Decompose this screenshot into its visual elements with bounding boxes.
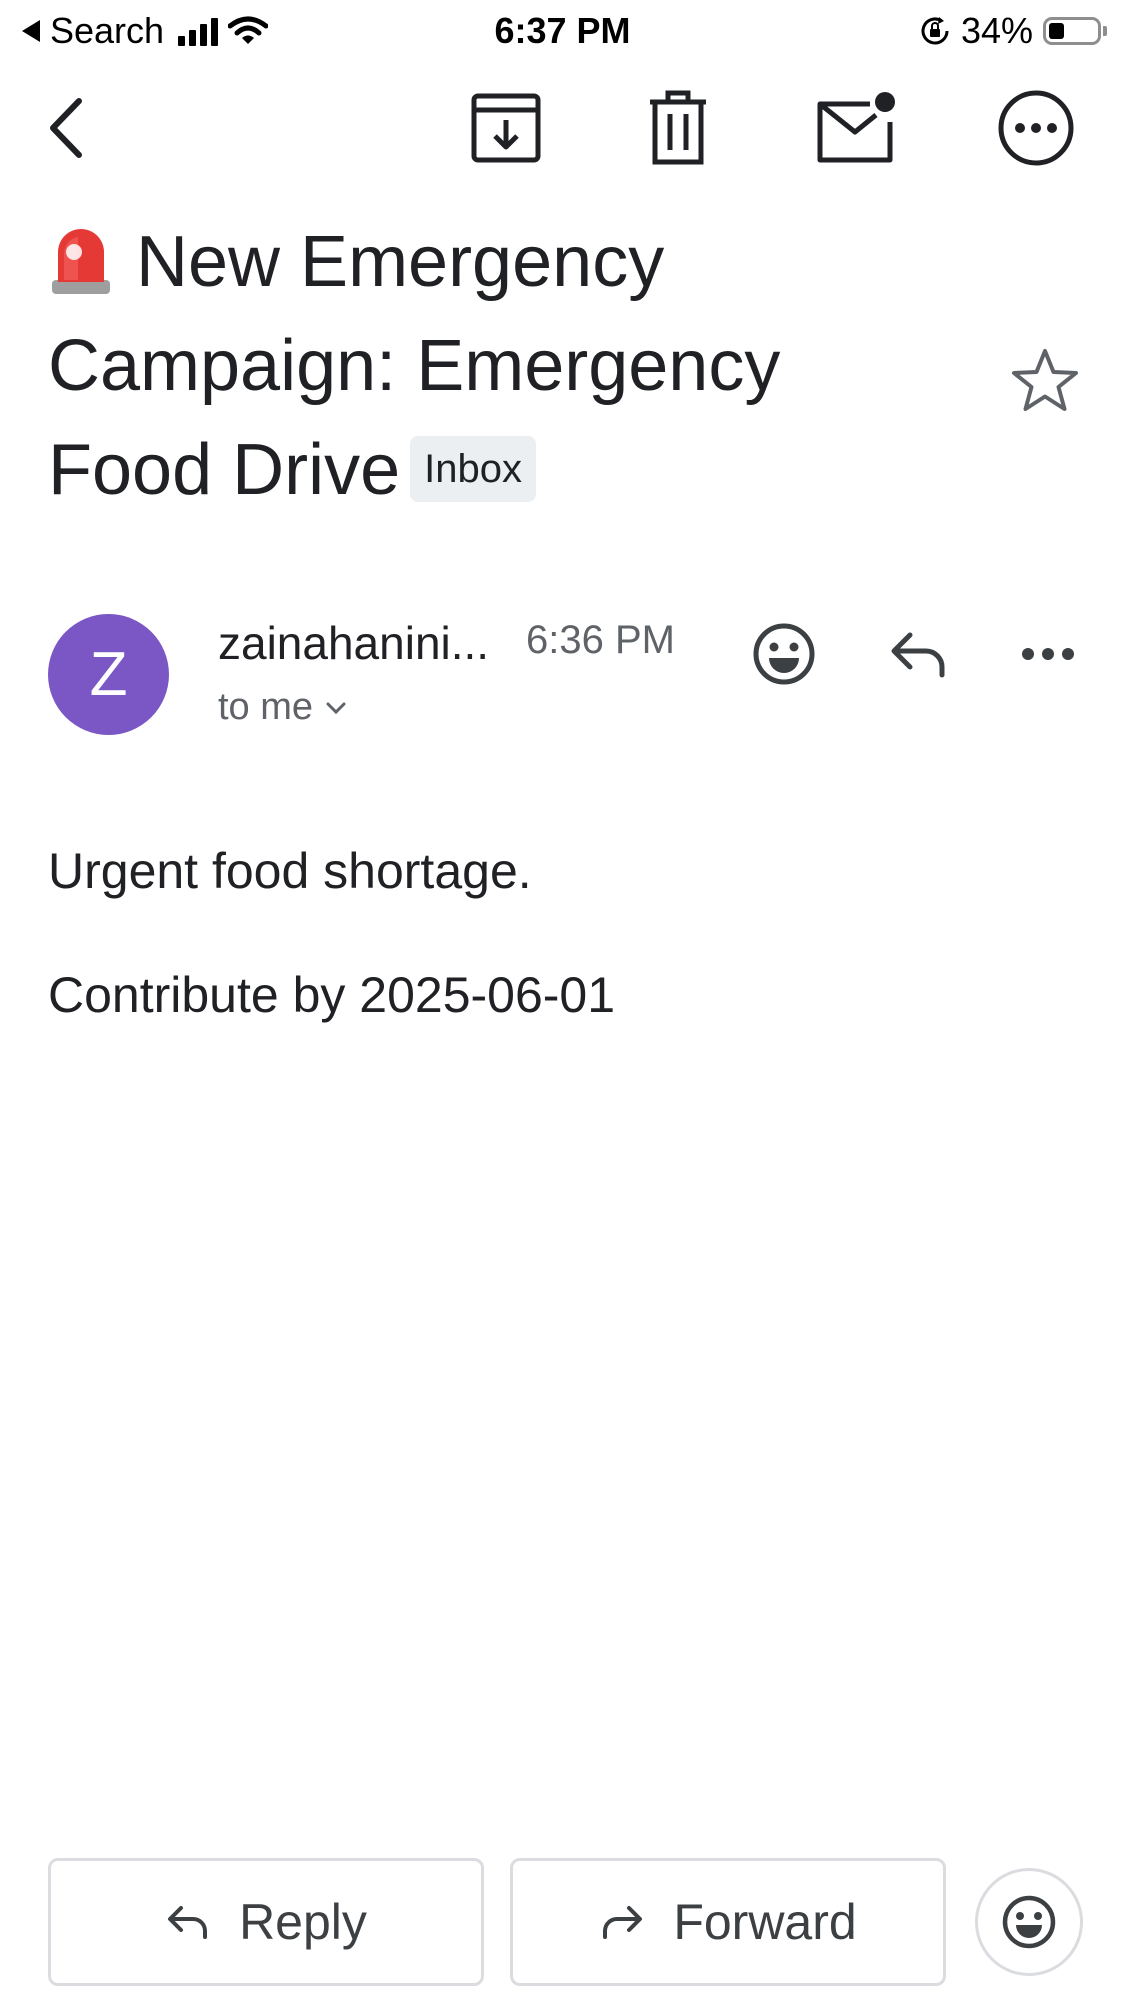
email-subject: New Emergency Campaign: Emergency Food D… — [48, 210, 948, 522]
emoji-smile-icon — [753, 623, 815, 685]
reply-button[interactable]: Reply — [48, 1858, 484, 1986]
toolbar — [0, 78, 1125, 178]
recipient-details-toggle[interactable]: to me — [218, 686, 347, 729]
mark-unread-button[interactable] — [806, 78, 906, 178]
add-reaction-button[interactable] — [742, 612, 826, 696]
battery-tip — [1103, 26, 1107, 36]
archive-button[interactable] — [456, 78, 556, 178]
more-options-icon — [998, 90, 1074, 166]
status-bar: Search 6:37 PM 34% — [0, 0, 1125, 62]
email-body-line: Urgent food shortage. — [48, 843, 532, 899]
back-arrow-icon — [50, 98, 82, 158]
mark-unread-icon — [817, 92, 895, 163]
inbox-label-chip[interactable]: Inbox — [410, 436, 536, 502]
more-options-button[interactable] — [986, 78, 1086, 178]
more-horizontal-icon — [1022, 648, 1074, 660]
archive-icon — [471, 93, 541, 163]
reply-label: Reply — [239, 1894, 367, 1950]
forward-label: Forward — [673, 1894, 857, 1950]
rotation-lock-icon — [921, 17, 949, 45]
sender-name[interactable]: zainahanini... — [218, 616, 489, 670]
forward-button[interactable]: Forward — [510, 1858, 946, 1986]
battery-percent: 34% — [960, 10, 1033, 51]
forward-icon — [603, 1906, 643, 1939]
reply-icon — [891, 632, 945, 678]
react-emoji-button[interactable] — [975, 1868, 1083, 1976]
email-time: 6:36 PM — [526, 618, 675, 662]
star-button[interactable] — [1010, 346, 1080, 416]
delete-button[interactable] — [628, 78, 728, 178]
message-more-button[interactable] — [1006, 612, 1090, 696]
star-icon — [1012, 349, 1078, 411]
siren-emoji-icon — [52, 229, 110, 294]
delete-icon — [650, 90, 706, 165]
reply-icon-button[interactable] — [876, 612, 960, 696]
sender-avatar[interactable]: Z — [48, 614, 169, 735]
recipient-label: to me — [218, 686, 314, 728]
emoji-smile-icon — [1002, 1895, 1056, 1949]
email-body-line: Contribute by 2025-06-01 — [48, 967, 616, 1023]
status-right: 34% — [919, 10, 1107, 52]
back-button[interactable] — [16, 78, 116, 178]
battery-icon — [1043, 17, 1101, 45]
chevron-down-icon — [326, 702, 346, 714]
reply-icon — [168, 1906, 208, 1939]
